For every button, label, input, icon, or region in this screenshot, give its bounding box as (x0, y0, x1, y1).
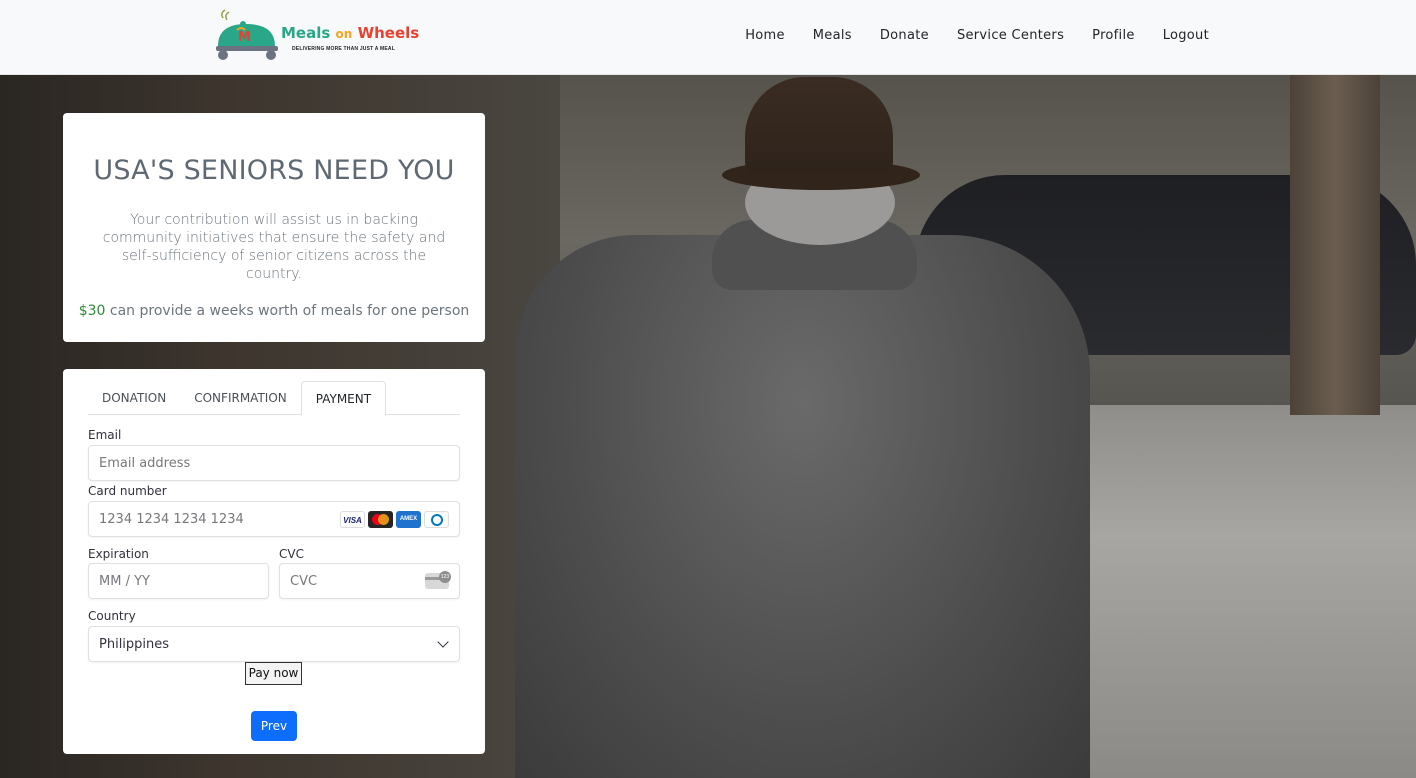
brand-logo[interactable]: M Meals on Wheels DELIVERING MORE THAN J… (213, 8, 419, 64)
email-placeholder: Email address (99, 456, 191, 471)
country-label: Country (88, 609, 136, 623)
cvc-label: CVC (279, 547, 304, 561)
price-text: can provide a weeks worth of meals for o… (105, 303, 470, 319)
info-description: Your contribution will assist us in back… (102, 212, 446, 282)
cvc-placeholder: CVC (290, 574, 318, 589)
cvc-card-icon: 123 (425, 571, 451, 589)
tab-donation[interactable]: DONATION (88, 381, 180, 415)
country-value: Philippines (99, 637, 170, 652)
nav-home[interactable]: Home (745, 28, 785, 43)
tree-trunk (1290, 75, 1380, 415)
logo-title-wheels: Wheels (357, 24, 420, 42)
price-line: $30 can provide a weeks worth of meals f… (63, 303, 485, 319)
diners-icon (424, 511, 449, 528)
navbar: M Meals on Wheels DELIVERING MORE THAN J… (0, 0, 1416, 75)
svg-text:M: M (238, 30, 251, 45)
email-label: Email (88, 428, 122, 442)
nav-meals[interactable]: Meals (813, 28, 852, 43)
country-select[interactable]: Philippines (88, 626, 460, 662)
donation-form-card: DONATION CONFIRMATION PAYMENT Email Emai… (63, 369, 485, 754)
elderly-man-coat (515, 235, 1090, 778)
logo-title: Meals on Wheels (281, 24, 419, 42)
amex-icon: AMEX (396, 511, 421, 528)
info-card: USA'S SENIORS NEED YOU Your contribution… (63, 113, 485, 342)
price-amount: $30 (78, 303, 106, 319)
cvc-input[interactable]: CVC 123 (279, 563, 460, 599)
tab-payment[interactable]: PAYMENT (300, 381, 387, 416)
food-cart-icon: M (216, 9, 278, 60)
mastercard-icon (368, 511, 393, 528)
chevron-down-icon (437, 636, 449, 648)
nav-menu: Home Meals Donate Service Centers Profil… (717, 28, 1209, 43)
cvc-icon-number: 123 (439, 571, 451, 583)
card-number-label: Card number (88, 484, 167, 498)
form-tabs: DONATION CONFIRMATION PAYMENT (88, 381, 460, 416)
email-input[interactable]: Email address (88, 445, 460, 481)
card-brand-icons: VISA AMEX (340, 511, 449, 528)
expiration-label: Expiration (88, 547, 149, 561)
info-heading: USA'S SENIORS NEED YOU (93, 155, 455, 186)
prev-button[interactable]: Prev (251, 711, 297, 741)
hat-crown (745, 77, 893, 172)
nav-logout[interactable]: Logout (1163, 28, 1209, 43)
nav-profile[interactable]: Profile (1092, 28, 1135, 43)
nav-donate[interactable]: Donate (880, 28, 929, 43)
expiration-input[interactable]: MM / YY (88, 563, 269, 599)
expiration-placeholder: MM / YY (99, 574, 150, 589)
card-number-placeholder: 1234 1234 1234 1234 (99, 512, 244, 527)
nav-service-centers[interactable]: Service Centers (957, 28, 1064, 43)
visa-icon: VISA (340, 511, 365, 528)
logo-title-meals: Meals (281, 24, 331, 42)
tab-confirmation[interactable]: CONFIRMATION (180, 381, 301, 415)
card-number-input[interactable]: 1234 1234 1234 1234 VISA AMEX (88, 501, 460, 537)
logo-tagline: DELIVERING MORE THAN JUST A MEAL (292, 46, 395, 52)
pay-now-button[interactable]: Pay now (245, 662, 302, 685)
logo-title-on: on (335, 27, 353, 41)
